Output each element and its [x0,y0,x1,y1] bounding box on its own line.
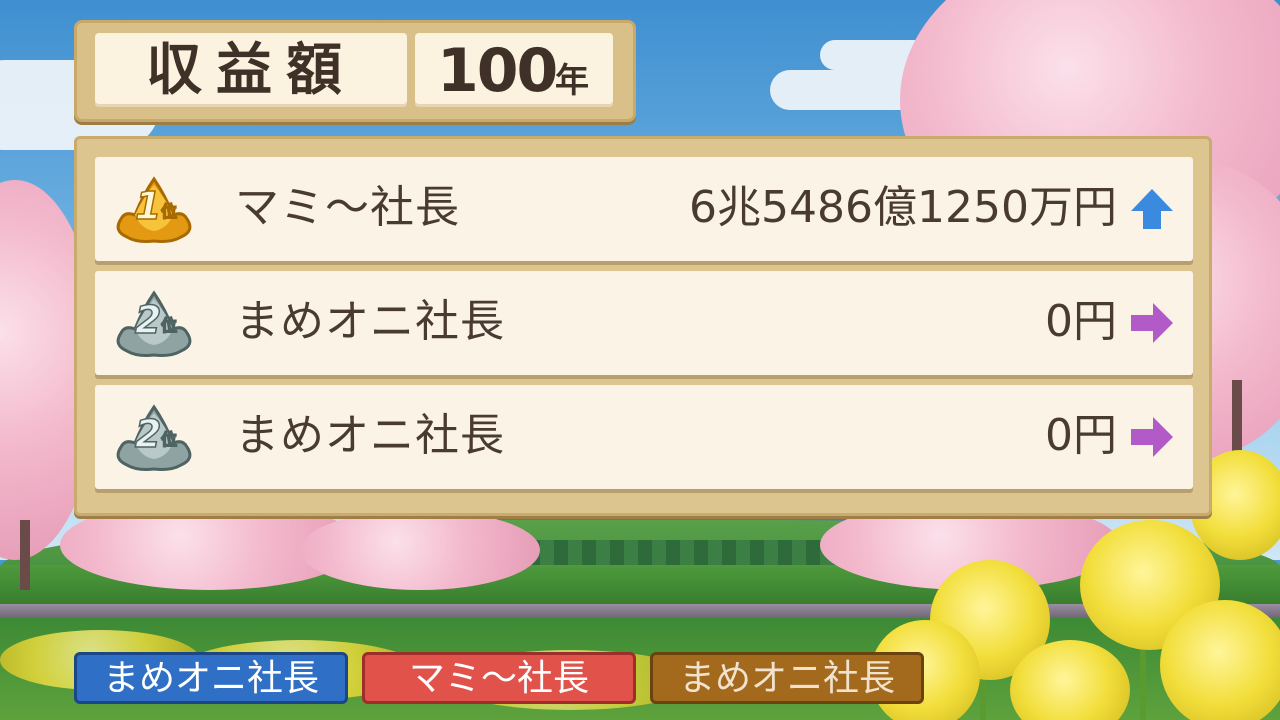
player-tag-red: マミ〜社長 [362,652,636,704]
silver-rank-badge-icon: 2 位 [113,289,195,357]
up-arrow-icon [1129,187,1175,231]
earnings-amount: 0円 [1045,296,1117,347]
rank-number: 2 [134,298,162,342]
cherry-blossom-tree [300,510,540,590]
year-unit: 年 [555,61,589,101]
ranking-panel: 1 位 マミ〜社長 6兆5486億1250万円 2 位 まめオニ社長 0円 2 … [74,136,1212,516]
right-arrow-icon [1129,301,1175,345]
player-tag-brown: まめオニ社長 [650,652,924,704]
rank-unit: 位 [160,202,178,222]
player-tag-blue: まめオニ社長 [74,652,348,704]
year-box: 100 年 [415,33,613,107]
rank-unit: 位 [160,316,178,336]
title-header: 収益額 100 年 [74,20,636,122]
tree-trunk [20,520,30,590]
ranking-row: 2 位 まめオニ社長 0円 [95,385,1193,489]
player-name: まめオニ社長 [235,296,505,347]
earnings-amount: 6兆5486億1250万円 [689,182,1117,233]
rank-number: 1 [134,184,162,228]
ranking-row: 2 位 まめオニ社長 0円 [95,271,1193,375]
ranking-row: 1 位 マミ〜社長 6兆5486億1250万円 [95,157,1193,261]
player-name: マミ〜社長 [235,182,460,233]
year-number: 100 [437,36,558,106]
earnings-amount: 0円 [1045,410,1117,461]
title-label-box: 収益額 [95,33,407,107]
player-name: まめオニ社長 [235,410,505,461]
gold-rank-badge-icon: 1 位 [113,175,195,243]
silver-rank-badge-icon: 2 位 [113,403,195,471]
right-arrow-icon [1129,415,1175,459]
rank-unit: 位 [160,430,178,450]
rank-number: 2 [134,412,162,456]
title-label: 収益額 [146,38,356,103]
